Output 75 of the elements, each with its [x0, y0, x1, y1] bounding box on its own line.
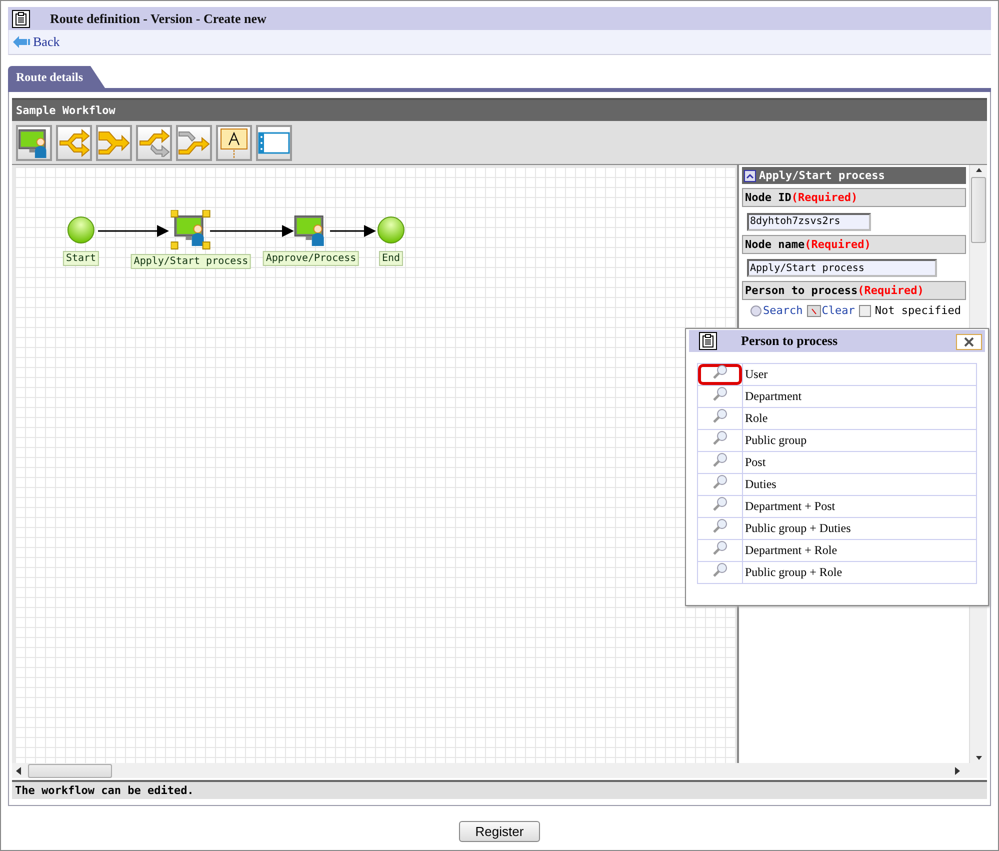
status-bar: The workflow can be edited.	[12, 780, 987, 799]
list-item[interactable]: Role	[742, 408, 976, 430]
search-cell[interactable]	[698, 408, 742, 430]
dialog-title: Person to process	[741, 333, 838, 349]
node-label: Approve/Process	[262, 251, 360, 266]
back-link[interactable]: Back	[13, 34, 60, 50]
list-item[interactable]: Duties	[742, 474, 976, 496]
scroll-thumb[interactable]	[28, 764, 112, 778]
search-icon[interactable]	[712, 408, 728, 424]
text-field[interactable]: 8dyhtoh7zsvs2rs	[747, 212, 871, 230]
connector-arrow	[330, 225, 376, 237]
search-cell[interactable]	[698, 496, 742, 518]
search-cell[interactable]	[698, 386, 742, 408]
search-icon[interactable]	[712, 540, 728, 556]
list-item[interactable]: Department	[742, 386, 976, 408]
window-title: Route definition - Version - Create new	[50, 10, 266, 26]
panel-icon	[258, 132, 290, 154]
search-icon[interactable]	[712, 518, 728, 534]
search-icon[interactable]	[712, 496, 728, 512]
tool-button[interactable]	[256, 124, 292, 160]
node-label: Apply/Start process	[130, 254, 252, 269]
split-arrows-icon	[138, 128, 170, 156]
close-icon	[964, 337, 974, 347]
search-link[interactable]: Search	[750, 304, 803, 317]
node-label: Start	[62, 251, 100, 266]
radio-icon	[750, 304, 762, 316]
collapse-icon[interactable]	[744, 170, 756, 182]
search-icon[interactable]	[712, 452, 728, 468]
search-cell[interactable]	[698, 540, 742, 562]
clear-link[interactable]: Clear	[806, 304, 855, 317]
text-field[interactable]: Apply/Start process	[747, 259, 937, 277]
tab[interactable]: Route details	[8, 66, 105, 88]
node-label: End	[378, 251, 404, 266]
computer-user-icon[interactable]	[171, 210, 211, 250]
register-button[interactable]: Register	[459, 821, 540, 842]
clipboard-icon	[12, 10, 30, 28]
section-header: Person to process(Required)	[742, 281, 966, 300]
join-arrows-icon	[178, 128, 210, 156]
search-cell[interactable]	[698, 474, 742, 496]
search-icon[interactable]	[712, 474, 728, 490]
search-cell[interactable]	[698, 430, 742, 452]
checkbox-label: Not specified	[874, 304, 961, 317]
list-item[interactable]: Post	[742, 452, 976, 474]
connector-arrow	[98, 225, 169, 237]
workflow-title: Sample Workflow	[12, 98, 987, 121]
search-icon[interactable]	[712, 386, 728, 402]
section-header: Node name(Required)	[742, 234, 966, 254]
search-cell[interactable]	[698, 452, 742, 474]
search-cell[interactable]	[698, 518, 742, 540]
scroll-right-icon[interactable]	[955, 766, 961, 774]
tool-button[interactable]	[216, 124, 252, 160]
list-item[interactable]: Public group	[742, 430, 976, 452]
scroll-left-icon[interactable]	[16, 766, 22, 774]
section-header: Node ID(Required)	[742, 188, 966, 207]
list-item[interactable]: User	[742, 364, 976, 386]
clipboard-icon	[699, 332, 717, 350]
horizontal-scrollbar[interactable]	[12, 763, 987, 778]
list-item[interactable]: Department + Post	[742, 496, 976, 518]
search-cell[interactable]	[698, 562, 742, 584]
list-item[interactable]: Department + Role	[742, 540, 976, 562]
checkbox[interactable]	[858, 304, 871, 316]
merge-arrows-icon	[98, 128, 130, 156]
search-icon[interactable]	[712, 430, 728, 446]
list-item[interactable]: Public group + Duties	[742, 518, 976, 540]
properties-title: Apply/Start process	[759, 169, 885, 182]
eraser-icon	[806, 304, 821, 316]
list-item[interactable]: Public group + Role	[742, 562, 976, 584]
branch-arrows-icon	[58, 128, 90, 156]
search-icon[interactable]	[712, 562, 728, 578]
close-button[interactable]	[956, 334, 982, 350]
scroll-thumb[interactable]	[971, 177, 986, 243]
back-arrow-icon	[13, 36, 31, 48]
search-cell[interactable]	[698, 364, 742, 386]
note-icon	[220, 128, 248, 158]
search-icon[interactable]	[712, 364, 728, 380]
